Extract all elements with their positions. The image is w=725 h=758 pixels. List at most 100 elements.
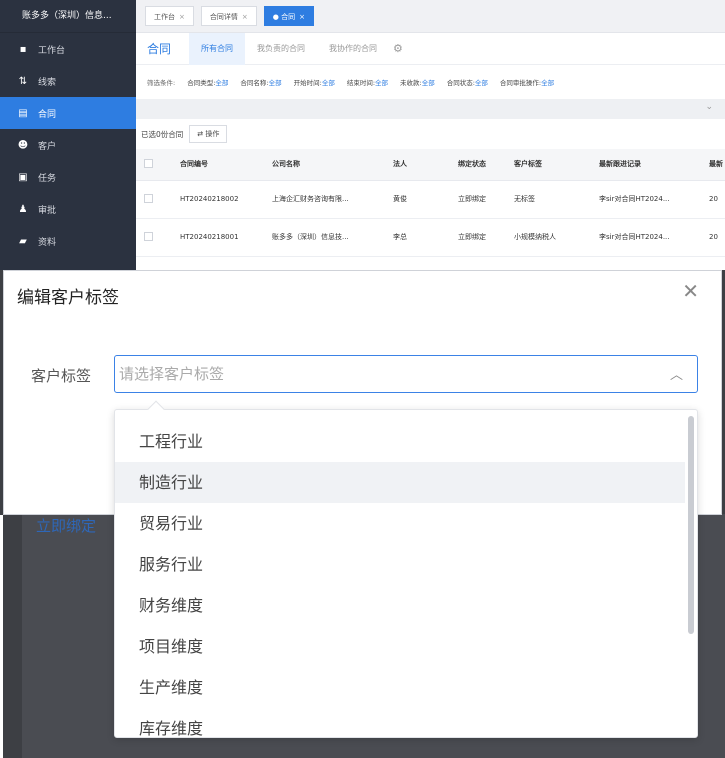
selected-count: 已选0份合同	[141, 129, 184, 139]
sidebar-item-label: 审批	[38, 205, 57, 216]
tab-my-contracts[interactable]: 我负责的合同	[245, 33, 317, 65]
truncated-cell: 20	[701, 218, 725, 257]
filter-start-time[interactable]: 开始时间:全部	[294, 77, 335, 87]
option-service[interactable]: 服务行业	[115, 544, 685, 585]
chevron-up-icon[interactable]: ︿	[670, 364, 683, 383]
tab-label: 合同详情	[209, 13, 238, 21]
filter-value: 全部	[421, 79, 435, 87]
gear-icon[interactable]: ⚙	[393, 42, 403, 55]
table-row[interactable]: HT20240218002 上海企汇财务咨询有限... 黄俊 立即绑定 无标签 …	[136, 180, 725, 219]
row-checkbox[interactable]	[144, 193, 153, 203]
bind-now-link[interactable]: 立即绑定	[450, 180, 506, 219]
operation-label: 操作	[205, 130, 220, 138]
page-tabs: 工作台 × 合同详情 × ● 合同 ×	[136, 0, 725, 33]
sidebar-item-materials[interactable]: ▰ 资料	[0, 225, 136, 257]
column-header[interactable]: 合同编号	[172, 149, 264, 181]
sidebar-item-contracts[interactable]: ▤ 合同	[0, 97, 136, 129]
tab-label: 合同	[281, 13, 296, 21]
sidebar-item-label: 资料	[38, 237, 57, 248]
filter-bar: 筛选条件: 合同类型:全部 合同名称:全部 开始时间:全部 结束时间:全部 未收…	[136, 65, 725, 99]
select-all-checkbox[interactable]	[144, 158, 153, 168]
option-engineering[interactable]: 工程行业	[115, 421, 685, 462]
filter-value: 全部	[375, 79, 389, 87]
filter-unpaid[interactable]: 未收款:全部	[400, 77, 435, 87]
filter-name: 结束时间:	[346, 79, 376, 87]
option-manufacturing[interactable]: 制造行业	[115, 462, 685, 503]
filter-contract-status[interactable]: 合同状态:全部	[447, 77, 488, 87]
customers-icon: ☻	[17, 139, 29, 151]
filter-contract-type[interactable]: 合同类型:全部	[187, 77, 228, 87]
tab-collab-contracts[interactable]: 我协作的合同	[317, 33, 389, 65]
row-checkbox-cell	[136, 180, 172, 219]
filter-name: 合同状态:	[446, 79, 475, 87]
customer-tag-link[interactable]: 小规模纳税人	[506, 218, 591, 257]
filter-contract-name[interactable]: 合同名称:全部	[240, 77, 281, 87]
column-header[interactable]: 客户标签	[506, 149, 591, 181]
customer-tag-select[interactable]: ︿	[114, 355, 698, 393]
option-production[interactable]: 生产维度	[115, 667, 685, 708]
truncated-cell: 20	[701, 180, 725, 219]
close-icon[interactable]: ×	[242, 13, 248, 21]
close-icon[interactable]: ×	[179, 13, 185, 21]
tab-all-contracts[interactable]: 所有合同	[189, 32, 246, 65]
table-toolbar: 已选0份合同 ⇄ 操作	[136, 119, 725, 149]
background-bind-link: 立即绑定	[36, 517, 97, 535]
row-checkbox[interactable]	[144, 231, 153, 241]
operation-button[interactable]: ⇄ 操作	[189, 125, 228, 143]
customer-tag-input[interactable]	[115, 356, 655, 392]
tab-contracts[interactable]: ● 合同 ×	[263, 6, 314, 26]
column-header[interactable]: 公司名称	[264, 149, 385, 181]
filter-value: 全部	[474, 79, 488, 87]
option-trade[interactable]: 贸易行业	[115, 503, 685, 544]
tab-contract-detail[interactable]: 合同详情 ×	[200, 6, 257, 26]
close-icon[interactable]: ×	[299, 13, 305, 21]
legal-person-cell: 黄俊	[385, 180, 450, 219]
materials-icon: ▰	[19, 235, 27, 247]
sidebar-item-dashboard[interactable]: ▪ 工作台	[0, 33, 136, 65]
option-finance[interactable]: 财务维度	[115, 585, 685, 626]
sidebar-item-customers[interactable]: ☻ 客户	[0, 129, 136, 161]
customer-tag-link[interactable]: 无标签	[506, 180, 591, 219]
approval-icon: ♟	[18, 203, 28, 215]
latest-followup-cell: 李sir对合同HT2024...	[591, 218, 701, 257]
dropdown-options: 工程行业 制造行业 贸易行业 服务行业 财务维度 项目维度 生产维度 库存维度	[115, 410, 697, 737]
sidebar-item-approval[interactable]: ♟ 审批	[0, 193, 136, 225]
sidebar-item-label: 线索	[38, 77, 57, 88]
company-name-cell: 账多多（深圳）信息技...	[264, 218, 385, 257]
latest-followup-cell: 李sir对合同HT2024...	[591, 180, 701, 219]
sidebar-item-label: 工作台	[38, 45, 66, 56]
column-header[interactable]: 绑定状态	[450, 149, 506, 181]
bind-now-link[interactable]: 立即绑定	[450, 218, 506, 257]
filter-name: 开始时间:	[293, 79, 322, 87]
column-header[interactable]: 最新	[701, 149, 725, 181]
brand-name: 账多多（深圳）信息...	[0, 0, 136, 33]
filter-name: 合同类型:	[187, 79, 216, 87]
filter-value: 全部	[541, 79, 555, 87]
chevron-down-icon[interactable]: ⌄	[705, 102, 713, 112]
sidebar-item-clues[interactable]: ⇅ 线索	[0, 65, 136, 97]
column-header[interactable]: 法人	[385, 149, 450, 181]
filter-collapse-band: ⌄	[136, 99, 725, 119]
option-project[interactable]: 项目维度	[115, 626, 685, 667]
customer-tag-dropdown: 工程行业 制造行业 贸易行业 服务行业 财务维度 项目维度 生产维度 库存维度	[114, 409, 698, 738]
main-content: 工作台 × 合同详情 × ● 合同 × 合同 所有合同 我负责的合同 我协作的合同 ⚙…	[136, 0, 725, 270]
table-row[interactable]: HT20240218001 账多多（深圳）信息技... 李总 立即绑定 小规模纳…	[136, 218, 725, 257]
company-name-cell: 上海企汇财务咨询有限...	[264, 180, 385, 219]
option-inventory[interactable]: 库存维度	[115, 708, 685, 737]
filter-name: 合同名称:	[240, 79, 269, 87]
contract-number-link[interactable]: HT20240218001	[172, 218, 264, 257]
filter-approval-op[interactable]: 合同审批操作:全部	[500, 77, 554, 87]
dialog-title: 编辑客户标签	[17, 288, 119, 308]
table-header-row: 合同编号 公司名称 法人 绑定状态 客户标签 最新跟进记录 最新	[136, 149, 725, 181]
close-icon[interactable]: ✕	[682, 281, 699, 301]
customer-tag-label: 客户标签	[31, 367, 92, 385]
contract-number-link[interactable]: HT20240218002	[172, 180, 264, 219]
background-frame-edge	[0, 515, 3, 758]
column-header[interactable]: 最新跟进记录	[591, 149, 701, 181]
filter-end-time[interactable]: 结束时间:全部	[347, 77, 388, 87]
sidebar-item-tasks[interactable]: ▣ 任务	[0, 161, 136, 193]
dropdown-scrollbar[interactable]	[688, 416, 694, 634]
row-checkbox-cell	[136, 218, 172, 257]
tab-workbench[interactable]: 工作台 ×	[145, 6, 194, 26]
contract-icon: ▤	[18, 107, 28, 119]
